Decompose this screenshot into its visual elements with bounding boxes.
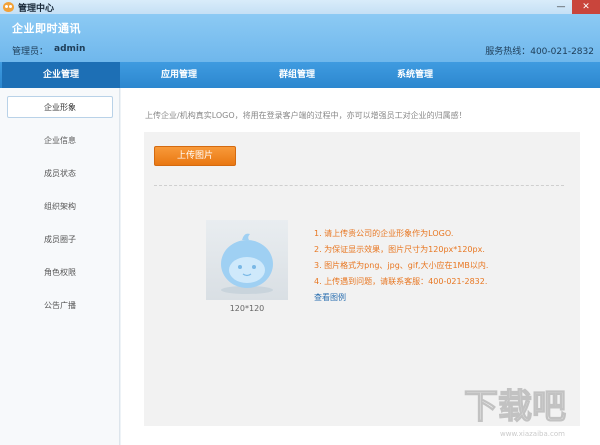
watermark-url: www.xiazaiba.com — [500, 430, 565, 438]
tip-item: 2. 为保证显示效果，图片尺寸为120px*120px. — [314, 245, 485, 254]
tip-item: 4. 上传遇到问题，请联系客服：400-021-2832. — [314, 277, 488, 286]
sidebar: 企业形象 企业信息 成员状态 组织架构 成员圈子 角色权限 公告广播 — [0, 88, 120, 445]
logo-preview — [206, 220, 288, 300]
admin-label: 管理员： — [12, 47, 49, 57]
app-title: 企业即时通讯 — [12, 22, 81, 35]
logo-size-caption: 120*120 — [229, 304, 265, 313]
tab-enterprise-management[interactable]: 企业管理 — [2, 62, 120, 88]
window-controls: — ✕ — [550, 0, 600, 14]
upload-image-button[interactable]: 上传图片 — [154, 146, 236, 166]
window-title: 管理中心 — [18, 3, 55, 14]
app-logo-icon — [3, 2, 14, 12]
minimize-button[interactable]: — — [550, 0, 572, 14]
tab-system-management[interactable]: 系统管理 — [356, 62, 474, 88]
default-avatar-icon — [221, 233, 273, 294]
service-hotline: 服务热线：400-021-2832 — [485, 47, 594, 57]
upload-tips: 1. 请上传贵公司的企业形象作为LOGO. 2. 为保证显示效果，图片尺寸为12… — [314, 226, 488, 306]
tip-item: 3. 图片格式为png、jpg、gif,大小应在1MB以内. — [314, 261, 489, 270]
sidebar-item-member-circle[interactable]: 成员圈子 — [7, 228, 113, 250]
app-header: 企业即时通讯 管理员： admin 服务热线：400-021-2832 — [0, 14, 600, 62]
admin-name: admin — [54, 44, 86, 54]
window-titlebar: 管理中心 — ✕ — [0, 0, 600, 14]
sidebar-item-org-structure[interactable]: 组织架构 — [7, 195, 113, 217]
tab-group-management[interactable]: 群组管理 — [238, 62, 356, 88]
watermark-text: 下载吧 — [464, 387, 566, 427]
watermark-logo: 下载吧 www.xiazaiba.com — [463, 386, 566, 438]
sidebar-item-enterprise-info[interactable]: 企业信息 — [7, 129, 113, 151]
divider — [154, 185, 564, 186]
sidebar-item-member-status[interactable]: 成员状态 — [7, 162, 113, 184]
close-button[interactable]: ✕ — [572, 0, 600, 14]
sidebar-item-announcements[interactable]: 公告广播 — [7, 294, 113, 316]
tip-item: 1. 请上传贵公司的企业形象作为LOGO. — [314, 229, 454, 238]
upload-hint: 上传企业/机构真实LOGO，将用在登录客户端的过程中，亦可以增强员工对企业的归属… — [145, 111, 467, 120]
view-example-link[interactable]: 查看图例 — [314, 290, 488, 306]
tab-app-management[interactable]: 应用管理 — [120, 62, 238, 88]
main-nav: 企业管理 应用管理 群组管理 系统管理 — [0, 62, 600, 88]
sidebar-item-role-permissions[interactable]: 角色权限 — [7, 261, 113, 283]
sidebar-item-enterprise-image[interactable]: 企业形象 — [7, 96, 113, 118]
